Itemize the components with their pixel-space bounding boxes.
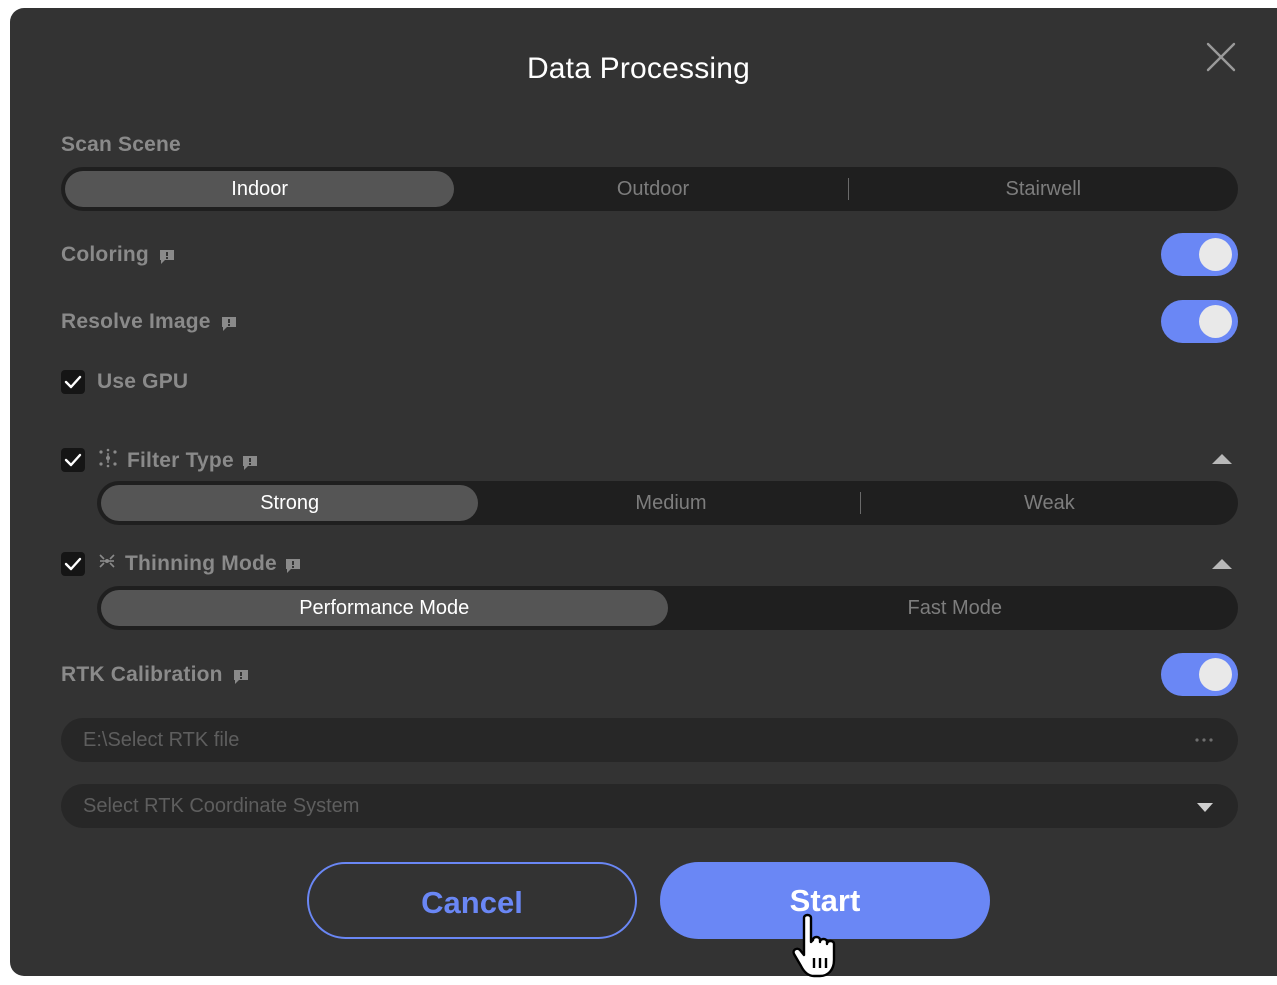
thinning-mode-collapse-icon[interactable] xyxy=(1212,559,1232,569)
thinning-mode-checkbox[interactable] xyxy=(61,552,85,576)
use-gpu-checkbox[interactable] xyxy=(61,370,85,394)
filter-type-label: Filter Type xyxy=(97,447,258,475)
use-gpu-label: Use GPU xyxy=(97,370,188,394)
coloring-label: Coloring xyxy=(61,243,175,267)
scan-scene-option-stairwell[interactable]: Stairwell xyxy=(849,171,1238,207)
toggle-knob xyxy=(1199,238,1232,271)
rtk-coordinate-placeholder: Select RTK Coordinate System xyxy=(83,795,360,817)
rtk-calibration-label-text: RTK Calibration xyxy=(61,663,223,686)
filter-type-label-text: Filter Type xyxy=(127,449,234,472)
thinning-mode-option-fast[interactable]: Fast Mode xyxy=(672,590,1239,626)
check-icon xyxy=(64,375,82,389)
scan-scene-selector: Indoor Outdoor Stairwell xyxy=(61,167,1238,211)
info-icon[interactable] xyxy=(159,247,175,264)
use-gpu-label-text: Use GPU xyxy=(97,370,189,393)
toggle-knob xyxy=(1199,305,1232,338)
rtk-coordinate-select[interactable]: Select RTK Coordinate System xyxy=(61,784,1238,828)
close-icon[interactable] xyxy=(1204,40,1238,74)
thinning-mode-label: Thinning Mode xyxy=(97,551,301,577)
info-icon[interactable] xyxy=(242,453,258,470)
rtk-file-placeholder: E:\Select RTK file xyxy=(83,729,240,751)
toggle-knob xyxy=(1199,658,1232,691)
info-icon[interactable] xyxy=(221,314,237,331)
info-icon[interactable] xyxy=(233,667,249,684)
dialog-title: Data Processing xyxy=(526,52,751,85)
check-icon xyxy=(64,453,82,467)
cancel-button[interactable]: Cancel xyxy=(307,862,637,939)
coloring-toggle[interactable] xyxy=(1161,233,1238,276)
filter-type-option-weak[interactable]: Weak xyxy=(861,485,1238,521)
filter-type-option-strong[interactable]: Strong xyxy=(101,485,479,521)
thinning-mode-option-performance[interactable]: Performance Mode xyxy=(101,590,668,626)
filter-type-checkbox[interactable] xyxy=(61,448,85,472)
chevron-down-icon[interactable] xyxy=(1196,801,1214,819)
resolve-image-toggle[interactable] xyxy=(1161,300,1238,343)
scan-scene-label: Scan Scene xyxy=(61,133,181,157)
filter-icon xyxy=(97,447,119,475)
rtk-file-field[interactable]: E:\Select RTK file xyxy=(61,718,1238,762)
thinning-mode-label-text: Thinning Mode xyxy=(125,552,277,575)
hand-cursor-icon xyxy=(790,912,850,980)
resolve-image-label: Resolve Image xyxy=(61,310,237,334)
rtk-calibration-toggle[interactable] xyxy=(1161,653,1238,696)
thinning-mode-selector: Performance Mode Fast Mode xyxy=(97,586,1238,630)
check-icon xyxy=(64,557,82,571)
filter-type-collapse-icon[interactable] xyxy=(1212,454,1232,464)
scan-scene-option-outdoor[interactable]: Outdoor xyxy=(458,171,847,207)
more-icon[interactable] xyxy=(1194,731,1214,754)
resolve-image-label-text: Resolve Image xyxy=(61,310,211,333)
info-icon[interactable] xyxy=(285,556,301,573)
filter-type-option-medium[interactable]: Medium xyxy=(482,485,859,521)
scan-scene-option-indoor[interactable]: Indoor xyxy=(65,171,455,207)
scan-scene-label-text: Scan Scene xyxy=(61,133,181,156)
filter-type-selector: Strong Medium Weak xyxy=(97,481,1238,525)
rtk-calibration-label: RTK Calibration xyxy=(61,663,249,687)
coloring-label-text: Coloring xyxy=(61,243,149,266)
thinning-icon xyxy=(97,551,117,577)
